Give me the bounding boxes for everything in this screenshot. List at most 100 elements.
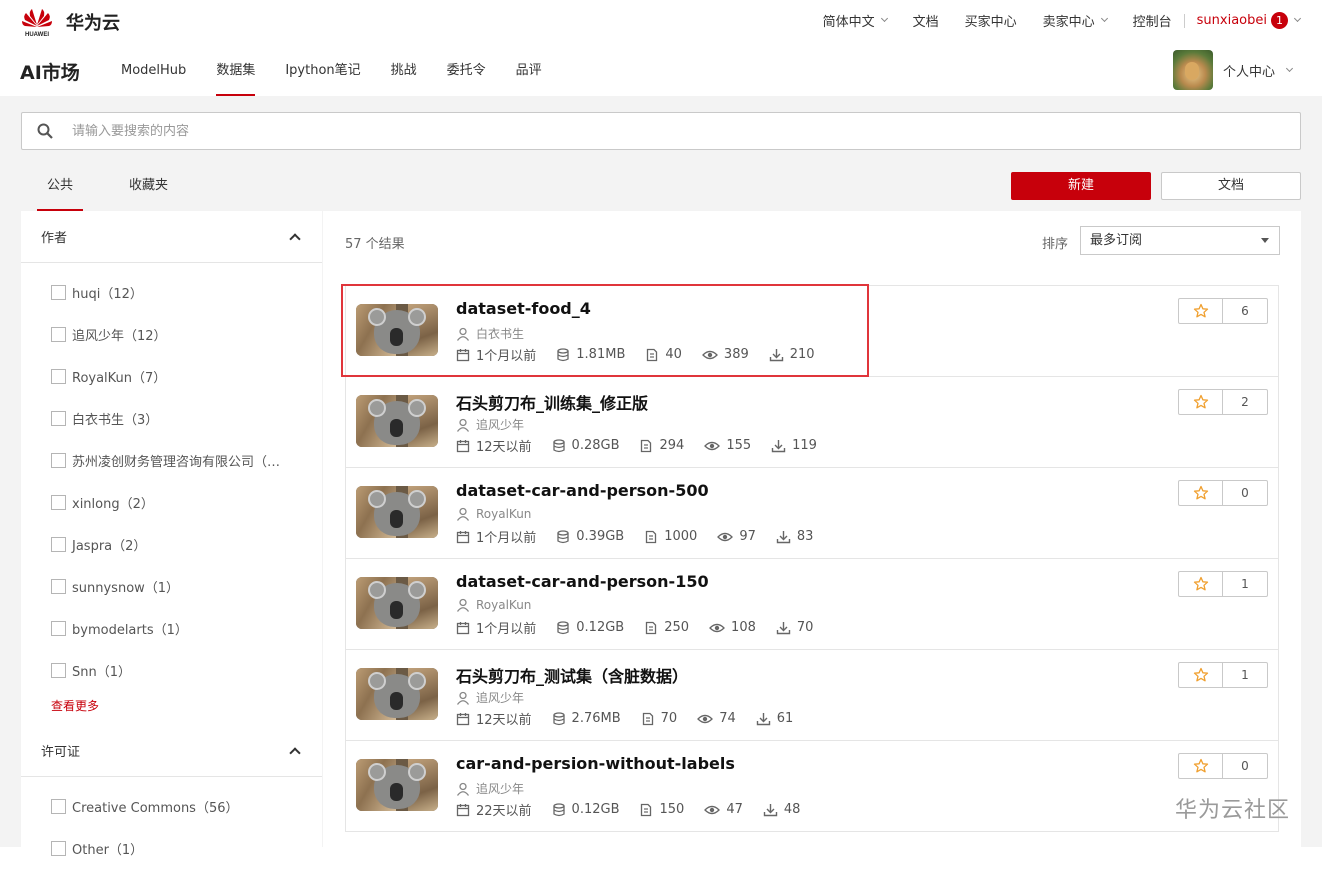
favorite-button[interactable]: 2: [1178, 389, 1268, 415]
chevron-up-icon[interactable]: [289, 747, 301, 759]
dataset-title[interactable]: dataset-car-and-person-500: [456, 481, 709, 500]
tab-datasets[interactable]: 数据集: [201, 42, 270, 96]
favorite-button[interactable]: 0: [1178, 753, 1268, 779]
license-filter-header[interactable]: 许可证: [21, 725, 322, 777]
top-link-buyer-center[interactable]: 买家中心: [965, 11, 1017, 30]
author-filter-item[interactable]: 追风少年（12）: [21, 313, 322, 355]
author-filter-item[interactable]: 白衣书生（3）: [21, 397, 322, 439]
dataset-thumbnail[interactable]: [356, 668, 438, 720]
show-more-link[interactable]: 查看更多: [21, 691, 322, 725]
dataset-thumbnail[interactable]: [356, 577, 438, 629]
user-menu[interactable]: sunxiaobei 1: [1197, 12, 1302, 29]
tab-favorites[interactable]: 收藏夹: [119, 166, 178, 211]
dataset-thumbnail[interactable]: [356, 304, 438, 356]
author-filter-item[interactable]: xinlong（2）: [21, 481, 322, 523]
updated-time: 1个月以前: [476, 531, 537, 546]
author-name: RoyalKun: [476, 598, 532, 612]
tab-challenge[interactable]: 挑战: [376, 42, 432, 96]
license-filter-item[interactable]: Creative Commons（56）: [21, 785, 322, 827]
checkbox[interactable]: [51, 536, 66, 552]
database-icon: [552, 802, 565, 816]
dataset-size: 0.39GB: [576, 529, 625, 544]
dataset-author[interactable]: RoyalKun: [456, 507, 531, 521]
dataset-thumbnail[interactable]: [356, 395, 438, 447]
download-icon: [763, 803, 778, 816]
notification-badge[interactable]: 1: [1271, 12, 1288, 29]
author-filter-item[interactable]: Snn（1）: [21, 649, 322, 691]
dataset-row[interactable]: 石头剪刀布_测试集（含脏数据） 追风少年 12天以前 2.76MB 70 74 …: [345, 650, 1279, 741]
database-icon: [552, 711, 565, 725]
checkbox[interactable]: [51, 284, 66, 300]
dataset-row[interactable]: dataset-food_4 白衣书生 1个月以前 1.81MB 40 389 …: [345, 286, 1279, 377]
author-filter-item[interactable]: Jaspra（2）: [21, 523, 322, 565]
page-title[interactable]: AI市场: [20, 58, 80, 85]
dataset-thumbnail[interactable]: [356, 486, 438, 538]
tab-ipython[interactable]: Ipython笔记: [270, 42, 375, 96]
dataset-title[interactable]: dataset-food_4: [456, 299, 591, 318]
dataset-row[interactable]: dataset-car-and-person-500 RoyalKun 1个月以…: [345, 468, 1279, 559]
tab-modelhub[interactable]: ModelHub: [106, 42, 201, 96]
avatar[interactable]: [1173, 50, 1213, 90]
eye-icon: [709, 623, 725, 632]
checkbox[interactable]: [51, 662, 66, 678]
dataset-title[interactable]: dataset-car-and-person-150: [456, 572, 709, 591]
author-filter-header[interactable]: 作者: [21, 211, 322, 263]
dataset-title[interactable]: car-and-persion-without-labels: [456, 754, 735, 773]
dataset-author[interactable]: 追风少年: [456, 689, 524, 706]
license-filter-item[interactable]: Other（1）: [21, 827, 322, 869]
dataset-row[interactable]: car-and-persion-without-labels 追风少年 22天以…: [345, 741, 1279, 832]
checkbox[interactable]: [51, 368, 66, 384]
author-filter-item[interactable]: bymodelarts（1）: [21, 607, 322, 649]
huawei-logo[interactable]: HUAWEI: [20, 5, 54, 38]
checkbox[interactable]: [51, 578, 66, 594]
file-count: 250: [664, 620, 690, 635]
checkbox[interactable]: [51, 620, 66, 636]
new-button[interactable]: 新建: [1011, 172, 1151, 200]
favorite-button[interactable]: 6: [1178, 298, 1268, 324]
dataset-title[interactable]: 石头剪刀布_测试集（含脏数据）: [456, 663, 688, 687]
author-filter-item[interactable]: huqi（12）: [21, 271, 322, 313]
top-bar: HUAWEI 华为云 简体中文 文档 买家中心 卖家中心 控制台 sunxiao…: [0, 0, 1322, 42]
favorite-count: 6: [1241, 304, 1249, 318]
checkbox[interactable]: [51, 410, 66, 426]
star-icon: [1179, 481, 1223, 505]
star-icon: [1179, 390, 1223, 414]
personal-center-menu[interactable]: 个人中心: [1223, 61, 1294, 80]
dataset-row[interactable]: 石头剪刀布_训练集_修正版 追风少年 12天以前 0.28GB 294 155 …: [345, 377, 1279, 468]
filter-label: xinlong（2）: [72, 496, 154, 512]
dataset-row[interactable]: dataset-car-and-person-150 RoyalKun 1个月以…: [345, 559, 1279, 650]
dataset-author[interactable]: 追风少年: [456, 780, 524, 797]
brand-name[interactable]: 华为云: [66, 9, 120, 35]
tab-public[interactable]: 公共: [37, 166, 84, 211]
search-icon[interactable]: [37, 123, 53, 139]
search-input[interactable]: [72, 121, 1272, 141]
favorite-button[interactable]: 1: [1178, 662, 1268, 688]
chevron-up-icon[interactable]: [289, 233, 301, 245]
top-link-docs[interactable]: 文档: [913, 11, 939, 30]
seller-center-menu[interactable]: 卖家中心: [1042, 11, 1108, 30]
language-select[interactable]: 简体中文: [823, 11, 888, 30]
top-link-console[interactable]: 控制台: [1133, 11, 1172, 30]
favorite-button[interactable]: 1: [1178, 571, 1268, 597]
author-filter-item[interactable]: sunnysnow（1）: [21, 565, 322, 607]
checkbox[interactable]: [51, 452, 66, 468]
download-icon: [771, 439, 786, 452]
tab-review[interactable]: 品评: [501, 42, 557, 96]
checkbox[interactable]: [51, 840, 66, 856]
sort-select[interactable]: 最多订阅: [1080, 226, 1280, 255]
database-icon: [557, 529, 569, 543]
checkbox[interactable]: [51, 494, 66, 510]
favorite-button[interactable]: 0: [1178, 480, 1268, 506]
dataset-author[interactable]: 追风少年: [456, 416, 524, 433]
docs-button[interactable]: 文档: [1161, 172, 1301, 200]
seller-center-label: 卖家中心: [1042, 15, 1095, 30]
author-filter-item[interactable]: 苏州凌创财务管理咨询有限公司（…: [21, 439, 322, 481]
author-filter-item[interactable]: RoyalKun（7）: [21, 355, 322, 397]
dataset-author[interactable]: RoyalKun: [456, 598, 531, 612]
dataset-thumbnail[interactable]: [356, 759, 438, 811]
dataset-title[interactable]: 石头剪刀布_训练集_修正版: [456, 390, 648, 414]
checkbox[interactable]: [51, 326, 66, 342]
tab-commission[interactable]: 委托令: [432, 42, 501, 96]
dataset-author[interactable]: 白衣书生: [456, 325, 524, 342]
checkbox[interactable]: [51, 798, 66, 814]
